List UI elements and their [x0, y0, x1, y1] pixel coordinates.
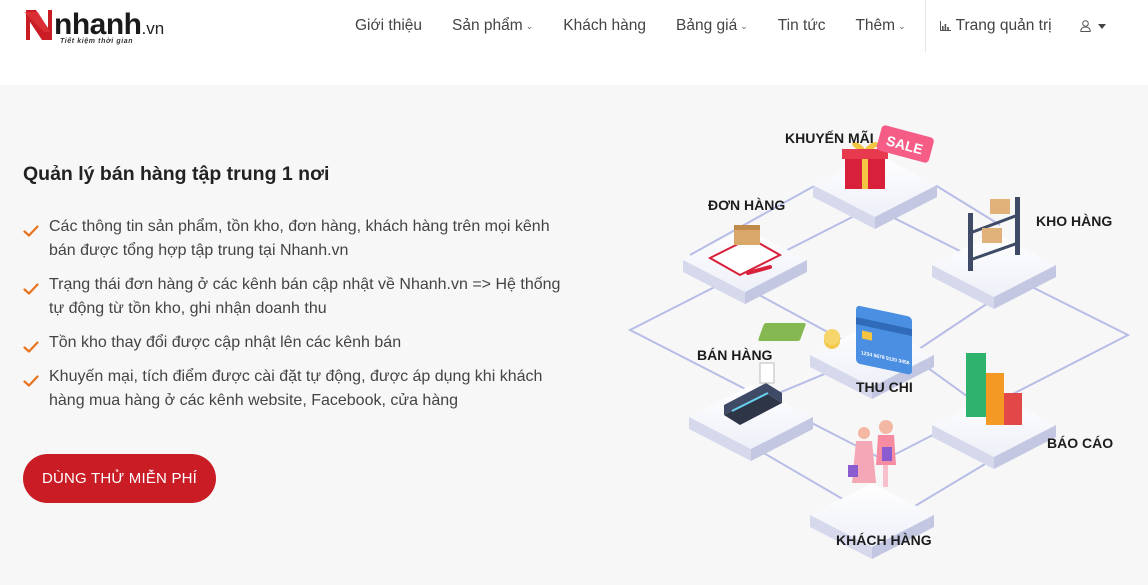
label-don-hang: ĐƠN HÀNG — [708, 197, 785, 213]
tile-don-hang — [683, 225, 807, 304]
user-menu[interactable] — [1066, 0, 1116, 52]
free-trial-button[interactable]: DÙNG THỬ MIỄN PHÍ — [23, 454, 216, 503]
check-icon — [23, 375, 39, 387]
caret-down-icon — [1097, 23, 1106, 29]
nav-bang-gia[interactable]: Bảng giá ⌄ — [661, 0, 763, 52]
feature-item: Các thông tin sản phẩm, tồn kho, đơn hàn… — [23, 215, 568, 263]
user-icon — [1079, 20, 1091, 32]
nav-gioi-thieu[interactable]: Giới thiệu — [340, 0, 437, 52]
logo-mark-icon — [24, 10, 52, 40]
chevron-down-icon: ⌄ — [525, 20, 534, 31]
check-icon — [23, 225, 39, 237]
check-icon — [23, 283, 39, 295]
nav-them[interactable]: Thêm ⌄ — [840, 0, 920, 52]
main-nav: Giới thiệu Sản phẩm ⌄ Khách hàng Bảng giá… — [340, 0, 1116, 52]
tile-ban-hang — [689, 362, 813, 461]
logo-slogan: Tiết kiệm thời gian — [60, 38, 134, 45]
hero-title: Quản lý bán hàng tập trung 1 nơi — [23, 163, 330, 185]
label-ban-hang: BÁN HÀNG — [697, 347, 773, 363]
feature-item: Trạng thái đơn hàng ở các kênh bán cập n… — [23, 273, 568, 321]
label-thu-chi: THU CHI — [856, 379, 913, 395]
hero-section: Quản lý bán hàng tập trung 1 nơi Các thô… — [0, 85, 1148, 585]
tile-bao-cao — [932, 353, 1056, 469]
nav-khach-hang[interactable]: Khách hàng — [548, 0, 661, 52]
brand-logo[interactable]: nhanh.vn Tiết kiệm thời gian — [22, 8, 182, 48]
check-icon — [23, 341, 39, 353]
nav-tin-tuc[interactable]: Tin tức — [763, 0, 841, 52]
feature-item: Khuyến mại, tích điểm được cài đặt tự độ… — [23, 365, 568, 413]
nav-trang-quan-tri[interactable]: Trang quản trị — [926, 0, 1066, 52]
chevron-down-icon: ⌄ — [740, 20, 748, 31]
label-bao-cao: BÁO CÁO — [1047, 435, 1113, 451]
bar-chart-icon — [939, 21, 951, 31]
feature-list: Các thông tin sản phẩm, tồn kho, đơn hàn… — [23, 215, 568, 423]
nav-san-pham[interactable]: Sản phẩm ⌄ — [437, 0, 548, 52]
label-khuyen-mai: KHUYẾN MÃI — [785, 129, 874, 146]
label-kho-hang: KHO HÀNG — [1036, 213, 1112, 229]
site-header: nhanh.vn Tiết kiệm thời gian Giới thiệu … — [0, 0, 1148, 85]
feature-item: Tồn kho thay đổi được cập nhật lên các k… — [23, 331, 568, 355]
chevron-down-icon: ⌄ — [898, 20, 906, 31]
channel-hub-illustration: SALE 1234 5678 9120 3456 KHUYẾN MÃI ĐƠN … — [627, 125, 1131, 559]
label-khach-hang: KHÁCH HÀNG — [836, 532, 932, 548]
